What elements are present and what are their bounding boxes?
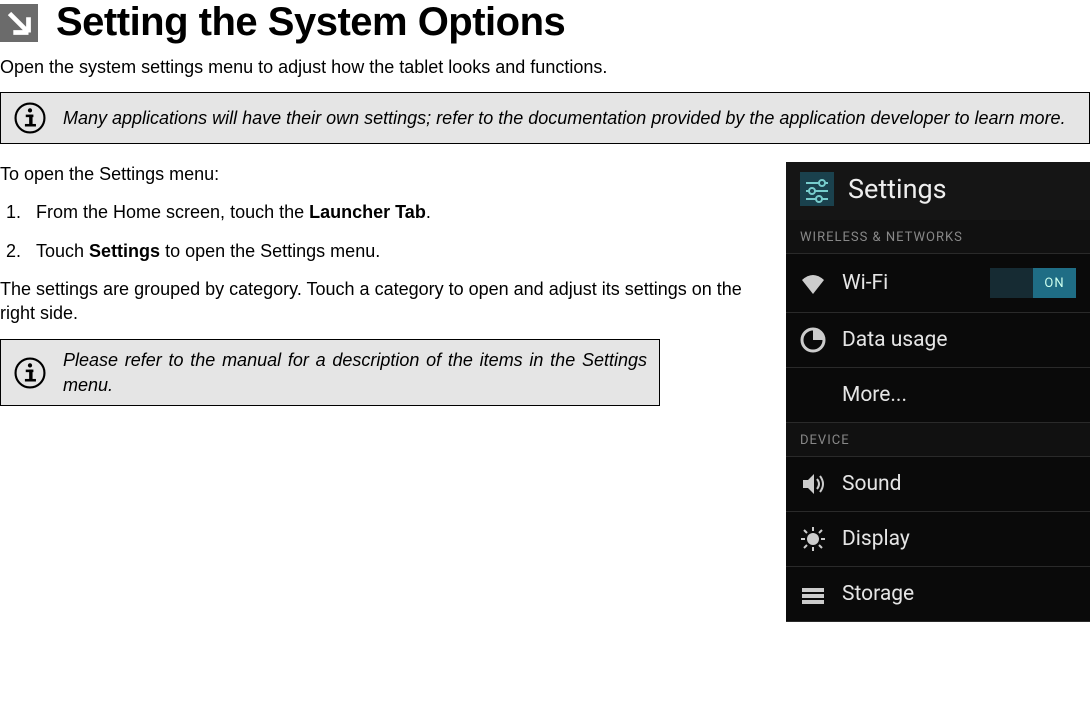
phone-screenshot: Settings WIRELESS & NETWORKS Wi-Fi ON Da… [786, 162, 1090, 622]
data-usage-label: Data usage [842, 328, 1076, 352]
wifi-toggle-on: ON [1033, 268, 1076, 298]
data-usage-icon [800, 327, 826, 353]
info-box-1: Many applications will have their own se… [0, 92, 1090, 144]
wifi-label: Wi-Fi [842, 271, 974, 295]
display-label: Display [842, 527, 1076, 551]
arrow-down-right-icon [0, 4, 38, 42]
settings-item-wifi[interactable]: Wi-Fi ON [786, 254, 1090, 313]
display-icon [800, 526, 826, 552]
info-icon [13, 356, 47, 390]
info-text-2: Please refer to the manual for a descrip… [63, 348, 647, 397]
settings-item-sound[interactable]: Sound [786, 457, 1090, 512]
section-wireless: WIRELESS & NETWORKS [786, 220, 1090, 254]
settings-item-more[interactable]: More... [786, 368, 1090, 423]
steps-list: From the Home screen, touch the Launcher… [0, 200, 756, 263]
lead-text: To open the Settings menu: [0, 162, 756, 186]
step-1: From the Home screen, touch the Launcher… [26, 200, 756, 224]
wifi-icon [800, 270, 826, 296]
settings-item-storage[interactable]: Storage [786, 567, 1090, 622]
storage-label: Storage [842, 582, 1076, 606]
settings-item-data-usage[interactable]: Data usage [786, 313, 1090, 368]
section-device: DEVICE [786, 423, 1090, 457]
step-2: Touch Settings to open the Settings menu… [26, 239, 756, 263]
paragraph-categories: The settings are grouped by category. To… [0, 277, 756, 326]
more-label: More... [842, 383, 1076, 407]
intro-text: Open the system settings menu to adjust … [0, 57, 1090, 78]
info-box-2: Please refer to the manual for a descrip… [0, 339, 660, 406]
phone-title: Settings [848, 173, 947, 205]
storage-icon [800, 581, 826, 607]
info-text-1: Many applications will have their own se… [63, 106, 1066, 130]
sound-icon [800, 471, 826, 497]
settings-app-icon [800, 172, 834, 206]
sound-label: Sound [842, 472, 1076, 496]
settings-item-display[interactable]: Display [786, 512, 1090, 567]
phone-header: Settings [786, 162, 1090, 220]
info-icon [13, 101, 47, 135]
page-title: Setting the System Options [56, 0, 565, 45]
wifi-toggle[interactable]: ON [990, 268, 1076, 298]
